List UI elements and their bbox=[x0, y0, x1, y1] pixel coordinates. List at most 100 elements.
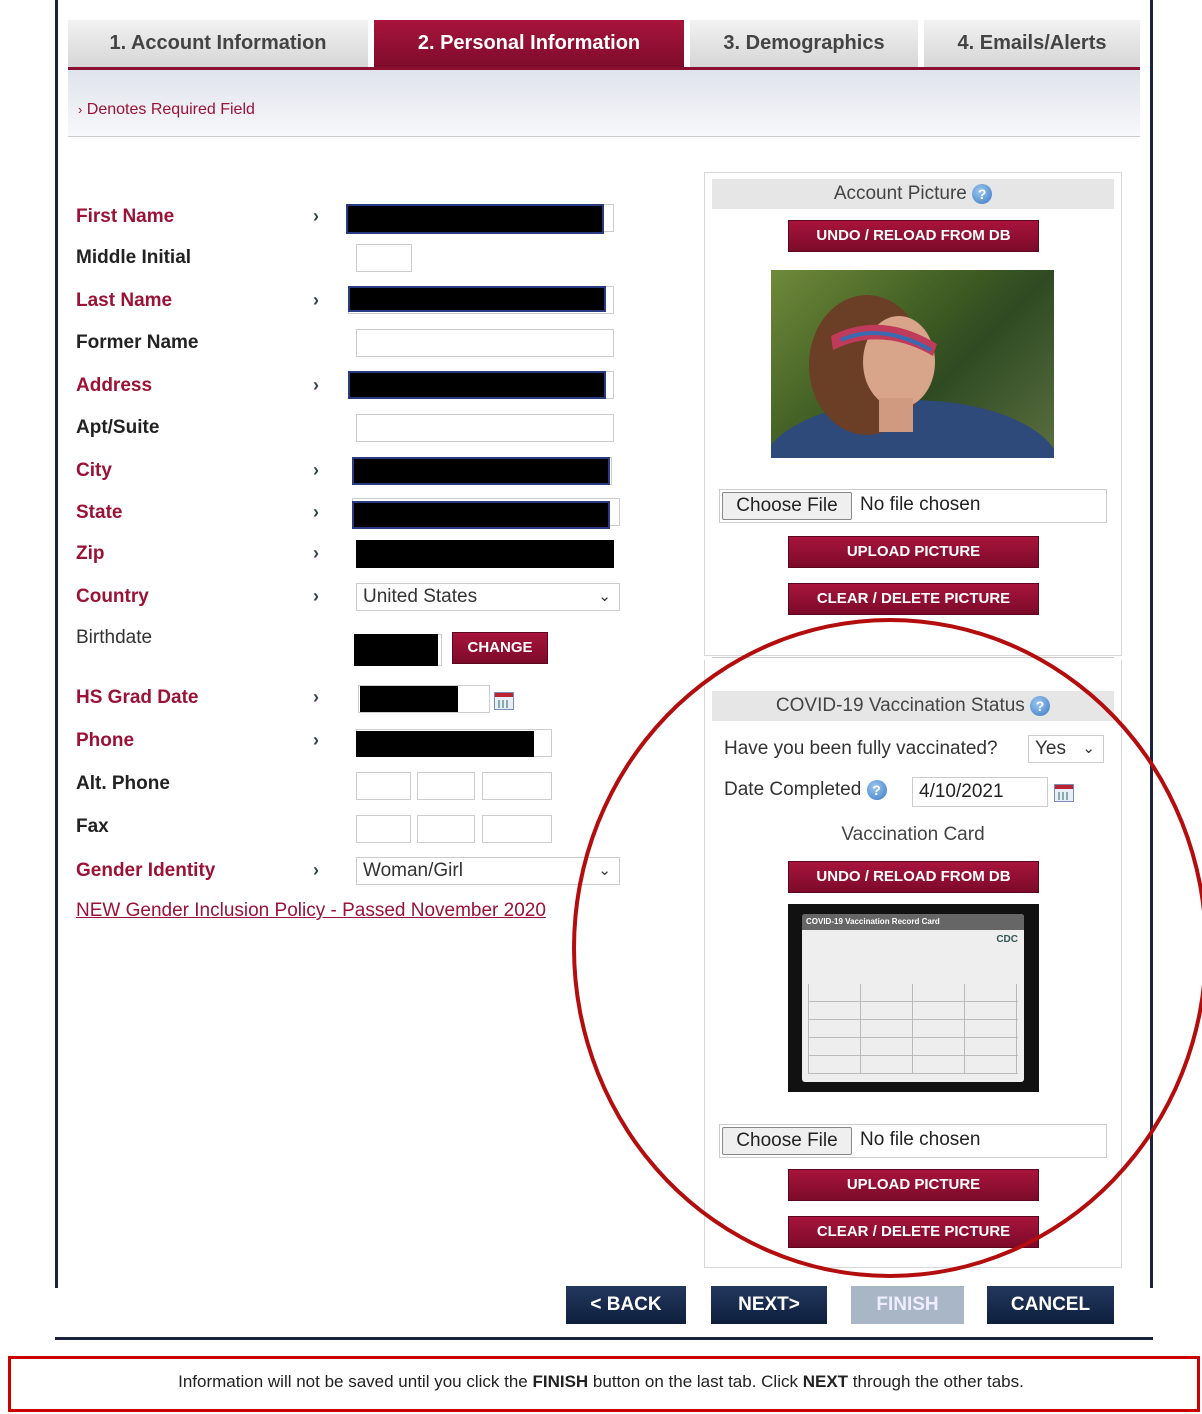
vaccination-card-photo: COVID-19 Vaccination Record Card CDC bbox=[788, 904, 1039, 1092]
chevron-right-icon: › bbox=[313, 460, 319, 480]
info-icon[interactable]: ? bbox=[866, 779, 887, 800]
chevron-right-icon: › bbox=[313, 206, 319, 226]
address-label: Address bbox=[76, 375, 153, 396]
gender-identity-label: Gender Identity bbox=[76, 860, 216, 881]
redaction-bar bbox=[360, 686, 458, 712]
alt-phone-area-input[interactable] bbox=[356, 772, 411, 800]
choose-file-button[interactable]: Choose File bbox=[722, 1127, 852, 1155]
chevron-down-icon: ⌄ bbox=[598, 588, 611, 605]
calendar-icon[interactable] bbox=[494, 692, 514, 710]
frame-bottom bbox=[55, 1337, 1153, 1340]
former-name-label: Former Name bbox=[76, 332, 199, 353]
fax-prefix-input[interactable] bbox=[417, 815, 475, 843]
middle-initial-label: Middle Initial bbox=[76, 247, 192, 268]
chevron-right-icon: › bbox=[313, 502, 319, 522]
chevron-right-icon: › bbox=[313, 730, 319, 750]
country-select[interactable]: United States ⌄ bbox=[356, 583, 620, 611]
account-clear-button[interactable]: CLEAR / DELETE PICTURE bbox=[788, 583, 1039, 615]
redaction-bar bbox=[346, 204, 604, 234]
divider bbox=[712, 657, 1114, 658]
gender-select-value: Woman/Girl bbox=[363, 860, 463, 881]
info-icon[interactable]: ? bbox=[1030, 695, 1051, 716]
phone-label: Phone bbox=[76, 730, 135, 751]
file-status: No file chosen bbox=[860, 494, 981, 515]
gender-identity-select[interactable]: Woman/Girl ⌄ bbox=[356, 857, 620, 885]
card-table bbox=[808, 984, 1018, 1074]
card-paper: COVID-19 Vaccination Record Card CDC bbox=[802, 914, 1024, 1082]
redaction-bar bbox=[354, 634, 438, 666]
redaction-bar bbox=[352, 501, 610, 529]
account-upload-button[interactable]: UPLOAD PICTURE bbox=[788, 536, 1039, 568]
tab-emails-alerts[interactable]: 4. Emails/Alerts bbox=[924, 20, 1140, 67]
chevron-right-icon: › bbox=[313, 375, 319, 395]
finish-button[interactable]: FINISH bbox=[851, 1286, 964, 1324]
chevron-down-icon: ⌄ bbox=[1082, 740, 1095, 757]
redaction-bar bbox=[356, 540, 614, 568]
tab-demographics[interactable]: 3. Demographics bbox=[690, 20, 918, 67]
account-photo bbox=[771, 270, 1054, 458]
state-label: State bbox=[76, 502, 123, 523]
redaction-bar bbox=[348, 286, 606, 312]
required-note-text: Denotes Required Field bbox=[86, 101, 255, 118]
fax-line-input[interactable] bbox=[482, 815, 552, 843]
last-name-label: Last Name bbox=[76, 290, 173, 311]
country-select-value: United States bbox=[363, 586, 478, 607]
page-frame-right bbox=[1150, 0, 1153, 1288]
apt-suite-input[interactable] bbox=[356, 414, 614, 442]
info-icon[interactable]: ? bbox=[972, 183, 993, 204]
tab-personal-information[interactable]: 2. Personal Information bbox=[374, 20, 684, 67]
vaccinated-select-value: Yes bbox=[1035, 738, 1066, 759]
wizard-tabs: 1. Account Information 2. Personal Infor… bbox=[68, 20, 1140, 70]
redaction-bar bbox=[348, 371, 606, 399]
change-birthdate-button[interactable]: CHANGE bbox=[452, 632, 548, 664]
vaccinated-select[interactable]: Yes ⌄ bbox=[1028, 735, 1104, 763]
account-undo-button[interactable]: UNDO / RELOAD FROM DB bbox=[788, 220, 1039, 252]
vaccination-file-picker[interactable]: Choose File No file chosen bbox=[719, 1124, 1107, 1158]
former-name-input[interactable] bbox=[356, 329, 614, 357]
page-frame-left bbox=[55, 0, 58, 1288]
vaccination-upload-button[interactable]: UPLOAD PICTURE bbox=[788, 1169, 1039, 1201]
birthdate-label: Birthdate bbox=[76, 627, 153, 648]
tab-account-information[interactable]: 1. Account Information bbox=[68, 20, 368, 67]
date-completed-label: Date Completed bbox=[724, 779, 862, 800]
date-completed-input[interactable]: 4/10/2021 bbox=[912, 777, 1048, 807]
vaccination-clear-button[interactable]: CLEAR / DELETE PICTURE bbox=[788, 1216, 1039, 1248]
vaccinated-question: Have you been fully vaccinated? bbox=[724, 738, 998, 759]
fax-label: Fax bbox=[76, 816, 109, 837]
choose-file-button[interactable]: Choose File bbox=[722, 492, 852, 520]
account-picture-title: Account Picture bbox=[833, 183, 967, 204]
chevron-right-icon: › bbox=[313, 290, 319, 310]
footer-highlight-box bbox=[8, 1356, 1200, 1412]
hs-grad-date-label: HS Grad Date bbox=[76, 687, 199, 708]
alt-phone-line-input[interactable] bbox=[482, 772, 552, 800]
vaccination-card-label: Vaccination Card bbox=[841, 824, 985, 845]
first-name-label: First Name bbox=[76, 206, 175, 227]
account-file-picker[interactable]: Choose File No file chosen bbox=[719, 489, 1107, 523]
next-button[interactable]: NEXT> bbox=[711, 1286, 827, 1324]
card-title: COVID-19 Vaccination Record Card bbox=[802, 914, 1024, 930]
middle-initial-input[interactable] bbox=[356, 244, 412, 272]
apt-suite-label: Apt/Suite bbox=[76, 417, 160, 438]
redaction-bar bbox=[352, 457, 610, 485]
gender-policy-link[interactable]: NEW Gender Inclusion Policy - Passed Nov… bbox=[76, 900, 546, 922]
vaccination-undo-button[interactable]: UNDO / RELOAD FROM DB bbox=[788, 861, 1039, 893]
chevron-right-icon: › bbox=[313, 687, 319, 707]
cancel-button[interactable]: CANCEL bbox=[987, 1286, 1114, 1324]
redaction-bar bbox=[356, 731, 534, 757]
alt-phone-label: Alt. Phone bbox=[76, 773, 170, 794]
chevron-right-icon: › bbox=[313, 543, 319, 563]
cdc-logo: CDC bbox=[996, 934, 1018, 945]
file-status: No file chosen bbox=[860, 1129, 981, 1150]
alt-phone-prefix-input[interactable] bbox=[417, 772, 475, 800]
city-label: City bbox=[76, 460, 112, 481]
back-button[interactable]: < BACK bbox=[566, 1286, 686, 1324]
fax-area-input[interactable] bbox=[356, 815, 411, 843]
chevron-right-icon: › bbox=[78, 102, 83, 117]
calendar-icon[interactable] bbox=[1054, 784, 1074, 802]
date-completed-row: Date Completed ? bbox=[724, 779, 887, 801]
chevron-right-icon: › bbox=[313, 586, 319, 606]
chevron-down-icon: ⌄ bbox=[598, 862, 611, 879]
country-label: Country bbox=[76, 586, 149, 607]
zip-label: Zip bbox=[76, 543, 105, 564]
vaccination-title: COVID-19 Vaccination Status bbox=[775, 695, 1025, 716]
